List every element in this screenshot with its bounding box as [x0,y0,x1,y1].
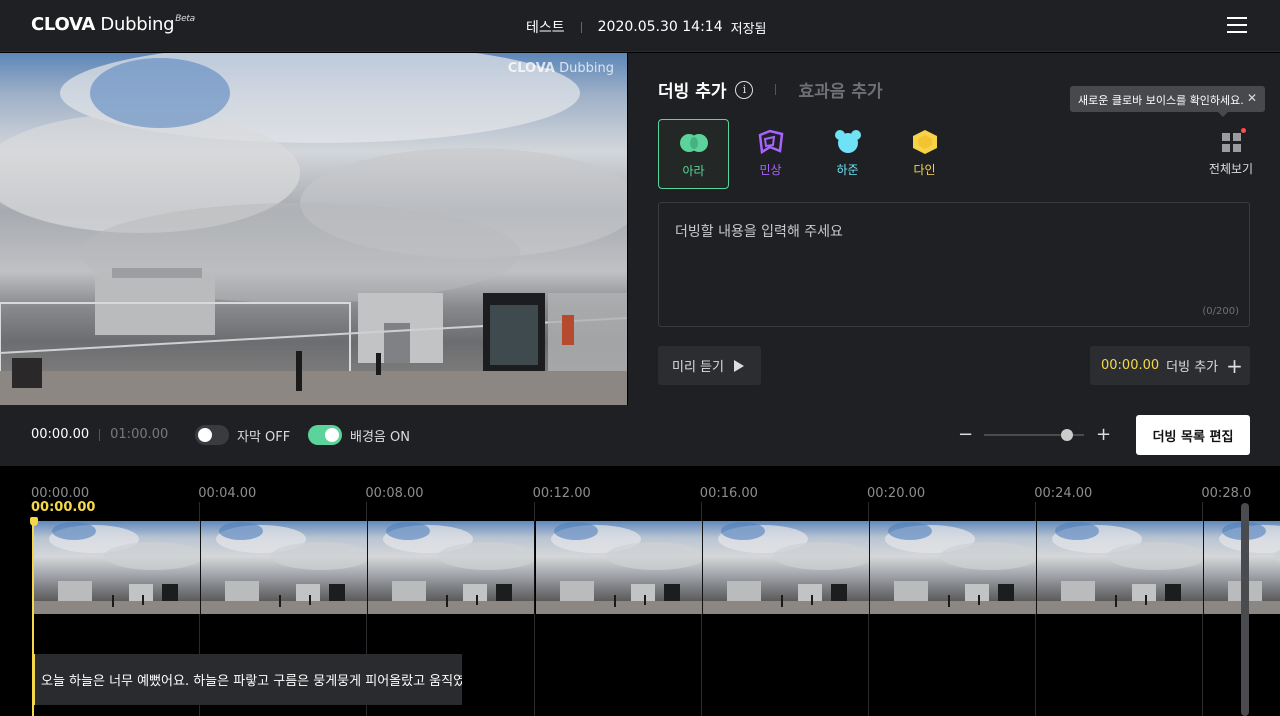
timeline-tick-label: 00:08.00 [365,486,424,501]
panel-tabs: 더빙 추가 i 효과음 추가 [658,77,883,102]
zoom-control: − + [958,424,1111,445]
video-thumbnail [535,521,703,614]
bgm-toggle[interactable]: 배경음 ON [308,425,410,445]
tooltip-text: 새로운 클로바 보이스를 확인하세요. [1078,94,1244,107]
play-icon [733,359,744,372]
voice-ara[interactable]: 아라 [658,119,729,189]
clova-dubbing-logo[interactable]: CLOVA DubbingBeta [31,14,195,35]
timeline-tick-label: 00:04.00 [198,486,257,501]
video-thumbnail [702,521,870,614]
time-display: 00:00.00 01:00.00 [31,427,168,442]
view-all-voices-button[interactable]: 전체보기 [1208,128,1254,177]
dain-voice-icon [912,130,937,154]
timeline-tick-label: 00:16.00 [699,486,758,501]
logo-brand: CLOVA [31,14,95,35]
timeline-tick-label: 00:00.00 [31,486,90,501]
saved-label: 저장됨 [730,21,767,37]
close-icon[interactable]: ✕ [1247,91,1257,105]
playhead-time: 00:00.00 [31,500,96,515]
voice-hajun[interactable]: 하준 [812,119,883,189]
hamburger-menu-icon[interactable] [1227,17,1247,34]
timeline-tick-label: 00:12.00 [532,486,591,501]
voice-minsang[interactable]: 민상 [735,119,806,189]
grid-icon [1221,128,1246,152]
char-count: (0/200) [1202,306,1239,317]
voice-list: 아라 민상 하준 다인 [658,119,966,189]
ara-voice-icon [679,134,708,152]
timeline-scrollbar[interactable] [1241,503,1249,716]
voice-name: 하준 [836,163,859,177]
dubbing-clip-text: 오늘 하늘은 너무 예뻤어요. 하늘은 파랗고 구름은 뭉게뭉게 피어올랐고 움… [41,674,462,689]
edit-dubbing-list-button[interactable]: 더빙 목록 편집 [1136,415,1250,455]
tab-add-dubbing[interactable]: 더빙 추가 [658,77,726,102]
preview-button[interactable]: 미리 듣기 [658,346,761,385]
timeline-tick-label: 00:20.00 [867,486,926,501]
zoom-slider-thumb[interactable] [1061,428,1073,441]
bgm-switch[interactable] [308,425,342,445]
project-info: 테스트 2020.05.30 14:14 저장됨 [526,17,767,37]
voice-name: 다인 [913,163,936,177]
dubbing-clip[interactable]: 오늘 하늘은 너무 예뻤어요. 하늘은 파랗고 구름은 뭉게뭉게 피어올랐고 움… [32,654,462,705]
new-voice-tooltip: 새로운 클로바 보이스를 확인하세요. ✕ [1070,86,1265,117]
logo-product: Dubbing [100,14,175,35]
plus-icon: + [1226,353,1243,378]
zoom-in-icon[interactable]: + [1096,424,1111,445]
timeline-tick-label: 00:28.0 [1201,486,1252,501]
app-header: CLOVA DubbingBeta 테스트 2020.05.30 14:14 저… [0,0,1280,52]
watermark-brand: CLOVA [507,61,555,76]
zoom-slider[interactable] [984,425,1084,445]
subtitle-toggle-label: 자막 OFF [237,429,291,445]
add-dubbing-time: 00:00.00 [1101,358,1160,373]
total-time: 01:00.00 [110,427,169,442]
timeline-tick-label: 00:24.00 [1034,486,1093,501]
view-all-label: 전체보기 [1208,162,1254,176]
video-thumbnail [34,521,201,614]
subtitle-switch[interactable] [195,425,229,445]
playhead-handle[interactable] [30,517,38,526]
subtitle-toggle[interactable]: 자막 OFF [195,425,290,445]
logo-beta-badge: Beta [175,14,195,24]
video-frame-image [0,53,627,405]
video-thumbnail-strip[interactable] [34,521,1280,614]
project-name[interactable]: 테스트 [526,17,565,37]
divider [580,21,582,33]
video-thumbnail [368,521,536,614]
text-placeholder: 더빙할 내용을 입력해 주세요 [675,224,843,240]
notification-dot [1240,128,1246,133]
dubbing-text-input[interactable]: 더빙할 내용을 입력해 주세요 (0/200) [658,202,1250,327]
timeline[interactable]: 00:00.00 00:04.00 00:08.00 00:12.00 00:16.00… [0,466,1280,716]
divider [99,428,101,441]
dubbing-panel: 더빙 추가 i 효과음 추가 새로운 클로바 보이스를 확인하세요. ✕ 아라 … [628,53,1280,405]
playback-control-bar: 00:00.00 01:00.00 자막 OFF 배경음 ON − + 더빙 목… [0,405,1280,466]
video-thumbnail [201,521,369,614]
info-icon[interactable]: i [735,80,754,99]
hajun-voice-icon [834,130,861,153]
add-dubbing-label: 더빙 추가 [1166,360,1219,375]
voice-dain[interactable]: 다인 [889,119,960,189]
bgm-toggle-label: 배경음 ON [350,429,410,445]
video-thumbnail [870,521,1037,614]
tab-add-sound-effect[interactable]: 효과음 추가 [798,77,882,102]
preview-label: 미리 듣기 [672,360,724,375]
minsang-voice-icon [758,129,783,155]
voice-name: 아라 [682,164,705,178]
tab-divider [775,84,777,95]
add-dubbing-button[interactable]: 00:00.00 더빙 추가 + [1090,346,1250,385]
zoom-out-icon[interactable]: − [958,424,973,445]
current-time: 00:00.00 [31,427,90,442]
watermark-product: Dubbing [559,61,614,76]
saved-time: 2020.05.30 14:14 [597,19,723,35]
video-thumbnail [1037,521,1205,614]
video-watermark: CLOVA Dubbing [508,61,614,76]
voice-name: 민상 [759,163,782,177]
video-preview[interactable]: CLOVA Dubbing [0,53,627,405]
